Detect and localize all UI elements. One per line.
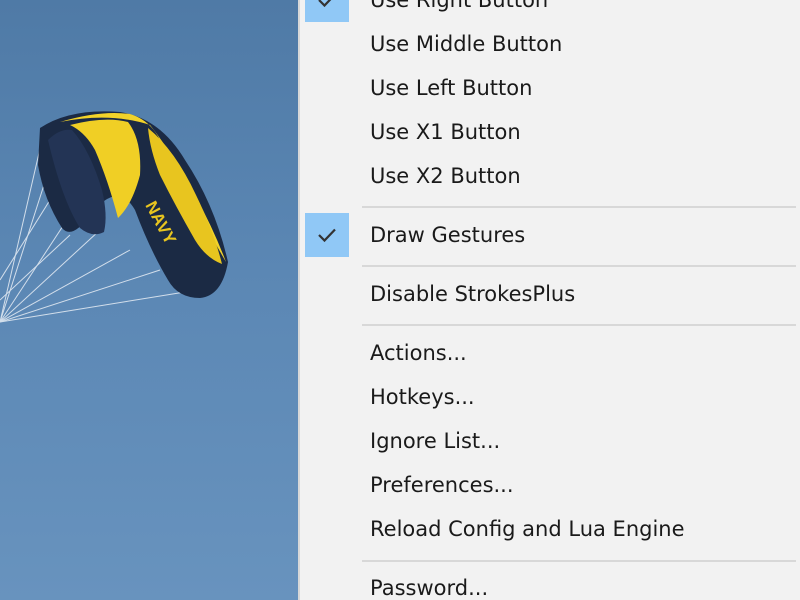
menu-item-label: Reload Config and Lua Engine	[370, 517, 685, 541]
menu-item-label: Draw Gestures	[370, 223, 526, 247]
parachute-image: NAVY	[0, 111, 228, 323]
check-indicator	[305, 463, 349, 507]
menu-item-label: Disable StrokesPlus	[370, 282, 576, 306]
check-indicator	[305, 66, 349, 110]
menu-item-label: Use Middle Button	[370, 32, 563, 56]
menu-separator	[362, 560, 796, 562]
menu-item-draw-gestures[interactable]: Draw Gestures	[300, 213, 800, 257]
check-indicator	[305, 566, 349, 600]
menu-item-preferences[interactable]: Preferences...	[300, 463, 800, 507]
menu-item-ignore-list[interactable]: Ignore List...	[300, 419, 800, 463]
menu-item-use-right-button[interactable]: Use Right Button	[300, 0, 800, 22]
menu-item-use-x1-button[interactable]: Use X1 Button	[300, 110, 800, 154]
check-indicator	[305, 154, 349, 198]
desktop-background: NAVY	[0, 0, 298, 600]
menu-item-use-left-button[interactable]: Use Left Button	[300, 66, 800, 110]
menu-item-label: Hotkeys...	[370, 385, 475, 409]
check-indicator	[305, 375, 349, 419]
menu-item-reload-config[interactable]: Reload Config and Lua Engine	[300, 507, 800, 551]
menu-item-password[interactable]: Password...	[300, 566, 800, 600]
menu-item-label: Ignore List...	[370, 429, 501, 453]
check-indicator	[305, 110, 349, 154]
menu-item-use-middle-button[interactable]: Use Middle Button	[300, 22, 800, 66]
menu-item-actions[interactable]: Actions...	[300, 331, 800, 375]
parachute-canopy: NAVY	[38, 111, 228, 298]
menu-separator	[362, 324, 796, 326]
check-indicator	[305, 213, 349, 257]
context-menu: Use Right Button Use Middle Button Use Lef…	[298, 0, 800, 600]
menu-item-label: Password...	[370, 576, 489, 600]
menu-item-use-x2-button[interactable]: Use X2 Button	[300, 154, 800, 198]
menu-item-label: Use Right Button	[370, 0, 549, 12]
checkmark-icon	[318, 228, 336, 243]
menu-separator	[362, 206, 796, 208]
menu-item-label: Use X1 Button	[370, 120, 521, 144]
menu-item-label: Actions...	[370, 341, 467, 365]
check-indicator	[305, 419, 349, 463]
menu-item-disable-strokesplus[interactable]: Disable StrokesPlus	[300, 272, 800, 316]
menu-item-hotkeys[interactable]: Hotkeys...	[300, 375, 800, 419]
check-indicator	[305, 331, 349, 375]
check-indicator	[305, 272, 349, 316]
menu-item-label: Use X2 Button	[370, 164, 521, 188]
menu-item-label: Preferences...	[370, 473, 514, 497]
check-indicator	[305, 0, 349, 22]
check-indicator	[305, 507, 349, 551]
menu-item-label: Use Left Button	[370, 76, 533, 100]
menu-separator	[362, 265, 796, 267]
checkmark-icon	[318, 0, 332, 8]
check-indicator	[305, 22, 349, 66]
